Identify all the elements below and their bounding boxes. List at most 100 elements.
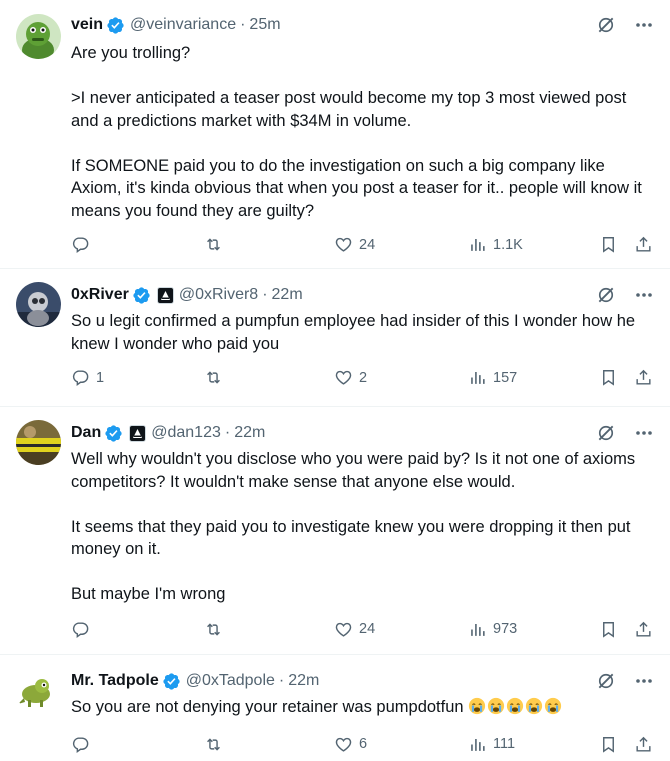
heart-icon — [335, 737, 352, 752]
separator: · — [240, 16, 246, 33]
grok-icon[interactable] — [596, 285, 616, 305]
reply-icon — [72, 736, 89, 753]
reply-icon — [72, 237, 89, 254]
reply-card[interactable]: vein @veinvariance · 25m Are you trollin… — [0, 0, 670, 269]
views-chart-icon — [471, 738, 485, 751]
reply-text: Well why wouldn't you disclose who you w… — [71, 450, 636, 603]
reply-button[interactable] — [71, 735, 96, 754]
reply-icon — [72, 621, 89, 638]
reply-card[interactable]: Mr. Tadpole @0xTadpole · 22m So you are … — [0, 655, 670, 761]
share-button[interactable] — [634, 235, 653, 254]
repost-button[interactable] — [204, 620, 229, 639]
action-bar: 24 973 — [71, 620, 654, 640]
grok-icon[interactable] — [596, 15, 616, 35]
share-button[interactable] — [634, 735, 653, 754]
repost-icon — [207, 371, 220, 384]
reply-text-content: So you are not denying your retainer was… — [71, 698, 464, 716]
affiliate-badge-icon[interactable] — [129, 424, 147, 442]
views-button[interactable]: 157 — [468, 368, 517, 387]
more-options-icon[interactable] — [634, 423, 654, 443]
grok-icon[interactable] — [596, 423, 616, 443]
display-name[interactable]: Mr. Tadpole — [71, 672, 159, 690]
timestamp[interactable]: 22m — [288, 672, 319, 690]
share-button[interactable] — [634, 368, 653, 387]
more-options-icon[interactable] — [634, 671, 654, 691]
reply-card[interactable]: 0xRiver @0xRiver8 · 22m So u legit confi… — [0, 269, 670, 407]
bookmark-icon — [603, 736, 614, 753]
views-button[interactable]: 1.1K — [468, 235, 523, 254]
like-button[interactable]: 6 — [334, 735, 367, 754]
views-button[interactable]: 973 — [468, 620, 517, 639]
user-handle[interactable]: @0xTadpole — [186, 672, 275, 690]
affiliate-badge-icon[interactable] — [156, 286, 174, 304]
repost-button[interactable] — [204, 735, 229, 754]
bookmark-button[interactable] — [599, 620, 618, 639]
action-bar: 24 1.1K — [71, 235, 654, 255]
reply-card[interactable]: Dan @dan123 · 22m Well why wouldn't you … — [0, 407, 670, 655]
repost-button[interactable] — [204, 235, 229, 254]
heart-icon — [335, 622, 352, 637]
timestamp[interactable]: 22m — [234, 424, 265, 442]
more-options-icon[interactable] — [634, 285, 654, 305]
reply-text: So u legit confirmed a pumpfun employee … — [71, 312, 640, 353]
bookmark-button[interactable] — [599, 368, 618, 387]
loudly-crying-face-icon — [469, 697, 486, 715]
bookmark-button[interactable] — [599, 235, 618, 254]
loudly-crying-face-icon — [526, 697, 543, 715]
share-icon — [636, 621, 651, 637]
like-button[interactable]: 24 — [334, 235, 375, 254]
reply-header: Mr. Tadpole @0xTadpole · 22m — [71, 670, 654, 692]
reply-text: Are you trolling? >I never anticipated a… — [71, 44, 642, 220]
reply-text: So you are not denying your retainer was… — [71, 696, 654, 719]
avatar[interactable] — [16, 14, 61, 59]
verified-badge-icon — [133, 286, 150, 304]
action-bar: 6 111 — [71, 735, 654, 755]
grok-icon[interactable] — [596, 671, 616, 691]
user-handle[interactable]: @dan123 — [151, 424, 221, 442]
verified-badge-icon — [107, 16, 124, 34]
loudly-crying-face-icon — [507, 697, 524, 715]
reply-button[interactable] — [71, 235, 96, 254]
like-button[interactable]: 2 — [334, 368, 367, 387]
timestamp[interactable]: 22m — [272, 286, 303, 304]
header-actions — [596, 285, 654, 305]
avatar[interactable] — [16, 668, 61, 713]
reply-header: Dan @dan123 · 22m — [71, 422, 654, 444]
heart-icon — [335, 237, 352, 252]
user-handle[interactable]: @veinvariance — [130, 16, 236, 34]
heart-icon — [335, 370, 352, 385]
share-icon — [636, 736, 651, 752]
display-name[interactable]: vein — [71, 16, 103, 34]
display-name[interactable]: Dan — [71, 424, 101, 442]
views-button[interactable]: 111 — [468, 735, 515, 754]
bookmark-button[interactable] — [599, 735, 618, 754]
repost-button[interactable] — [204, 368, 229, 387]
avatar[interactable] — [16, 420, 61, 465]
like-button[interactable]: 24 — [334, 620, 375, 639]
bookmark-icon — [603, 237, 614, 253]
bookmark-icon — [603, 621, 614, 638]
loudly-crying-face-icon — [488, 697, 505, 715]
views-chart-icon — [471, 238, 485, 251]
reply-button[interactable]: 1 — [71, 368, 104, 387]
header-actions — [596, 15, 654, 35]
avatar[interactable] — [16, 282, 61, 327]
verified-badge-icon — [105, 424, 122, 442]
reply-button[interactable] — [71, 620, 96, 639]
display-name[interactable]: 0xRiver — [71, 286, 129, 304]
separator: · — [224, 424, 231, 441]
repost-icon — [207, 622, 220, 636]
header-actions — [596, 671, 654, 691]
user-handle[interactable]: @0xRiver8 — [179, 286, 258, 304]
repost-icon — [207, 737, 220, 751]
verified-badge-icon — [163, 672, 180, 690]
repost-icon — [207, 238, 220, 251]
share-button[interactable] — [634, 620, 653, 639]
timestamp[interactable]: 25m — [249, 16, 280, 34]
emoji-row — [468, 697, 563, 716]
bookmark-icon — [603, 370, 614, 386]
views-chart-icon — [471, 371, 485, 384]
replies-feed: vein @veinvariance · 25m Are you trollin… — [0, 0, 670, 761]
loudly-crying-face-icon — [545, 697, 562, 715]
more-options-icon[interactable] — [634, 15, 654, 35]
